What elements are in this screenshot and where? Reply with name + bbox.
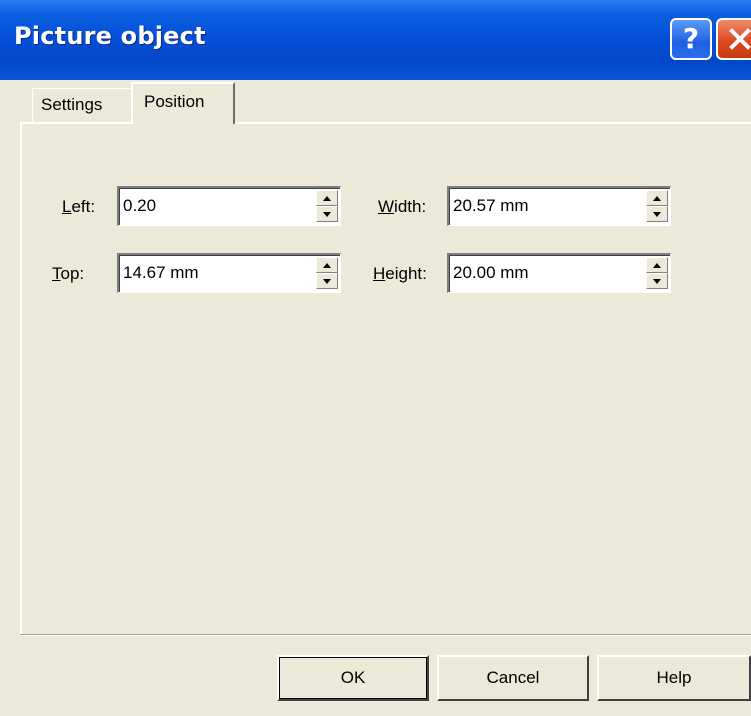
title-bar[interactable]: Picture object ? <box>0 0 751 80</box>
arrow-down-icon <box>653 211 661 217</box>
height-input[interactable] <box>451 257 647 289</box>
left-spin-field <box>117 186 341 226</box>
top-increment-button[interactable] <box>316 257 338 273</box>
top-spin-field <box>117 253 341 293</box>
help-title-button[interactable]: ? <box>670 18 712 60</box>
arrow-down-icon <box>323 278 331 284</box>
top-input[interactable] <box>121 257 317 289</box>
width-input[interactable] <box>451 190 647 222</box>
left-decrement-button[interactable] <box>316 206 338 222</box>
arrow-up-icon <box>323 195 331 201</box>
height-decrement-button[interactable] <box>646 273 668 289</box>
height-label: Height: <box>373 264 427 283</box>
window-title: Picture object <box>14 22 206 50</box>
width-decrement-button[interactable] <box>646 206 668 222</box>
top-spinner <box>316 257 338 289</box>
width-label: Width: <box>378 197 427 216</box>
close-icon <box>729 28 751 50</box>
arrow-up-icon <box>323 262 331 268</box>
left-label: Left: <box>62 197 96 216</box>
width-increment-button[interactable] <box>646 190 668 206</box>
arrow-down-icon <box>323 211 331 217</box>
close-button[interactable] <box>716 18 751 60</box>
left-spinner <box>316 190 338 222</box>
picture-object-dialog: Picture object ? Settings Position Left:… <box>0 0 751 716</box>
left-input[interactable] <box>121 190 317 222</box>
top-label: Top: <box>52 264 85 283</box>
arrow-up-icon <box>653 195 661 201</box>
arrow-down-icon <box>653 278 661 284</box>
question-mark-icon: ? <box>682 22 700 55</box>
left-increment-button[interactable] <box>316 190 338 206</box>
height-spin-field <box>447 253 671 293</box>
cancel-button[interactable]: Cancel <box>437 655 589 701</box>
arrow-up-icon <box>653 262 661 268</box>
height-spinner <box>646 257 668 289</box>
width-spin-field <box>447 186 671 226</box>
help-button[interactable]: Help <box>597 655 751 701</box>
ok-button[interactable]: OK <box>277 655 429 701</box>
tab-settings[interactable]: Settings <box>32 88 132 122</box>
button-separator <box>20 634 751 636</box>
height-increment-button[interactable] <box>646 257 668 273</box>
tab-position[interactable]: Position <box>131 82 235 124</box>
width-spinner <box>646 190 668 222</box>
top-decrement-button[interactable] <box>316 273 338 289</box>
